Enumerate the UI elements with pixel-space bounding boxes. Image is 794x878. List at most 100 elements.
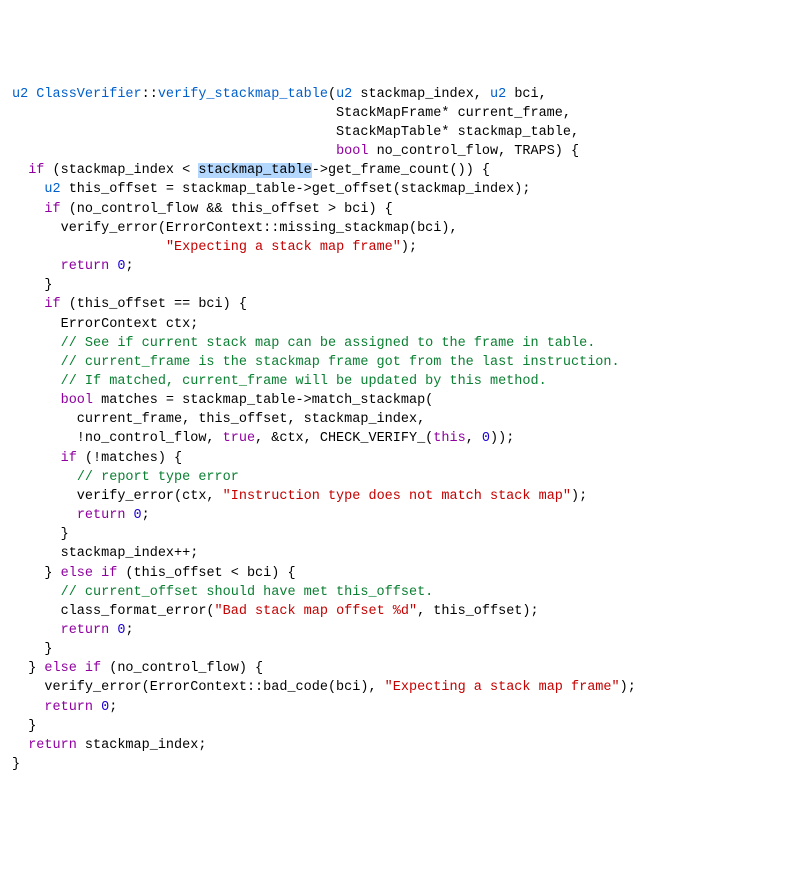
text: matches = stackmap_table->match_stackmap… xyxy=(93,393,433,408)
indent: } xyxy=(12,566,61,581)
text: ; xyxy=(125,259,133,274)
keyword-token: if xyxy=(85,661,101,676)
code-line: // If matched, current_frame will be upd… xyxy=(12,374,547,389)
indent xyxy=(12,393,61,408)
text: ); xyxy=(571,489,587,504)
code-line: if (!matches) { xyxy=(12,451,182,466)
code-line: // report type error xyxy=(12,470,239,485)
code-line: return 0; xyxy=(12,508,150,523)
number-token: 0 xyxy=(134,508,142,523)
text: , xyxy=(466,431,482,446)
indent xyxy=(12,355,61,370)
keyword-token: if xyxy=(101,566,117,581)
code-line: u2 this_offset = stackmap_table->get_off… xyxy=(12,182,531,197)
text: no_control_flow, TRAPS) { xyxy=(368,144,579,159)
indent xyxy=(12,182,44,197)
type-token: u2 xyxy=(490,87,506,102)
text: (no_control_flow) { xyxy=(101,661,263,676)
text: ); xyxy=(401,240,417,255)
keyword-token: else xyxy=(61,566,93,581)
keyword-token: return xyxy=(44,700,93,715)
keyword-token: bool xyxy=(336,144,368,159)
text xyxy=(125,508,133,523)
text xyxy=(77,661,85,676)
keyword-token: return xyxy=(61,623,110,638)
text: ); xyxy=(620,680,636,695)
code-line: stackmap_index++; xyxy=(12,546,198,561)
code-line: } xyxy=(12,757,20,772)
code-line: // current_frame is the stackmap frame g… xyxy=(12,355,620,370)
indent: class_format_error( xyxy=(12,604,215,619)
comment-token: // See if current stack map can be assig… xyxy=(61,336,596,351)
text: ; xyxy=(142,508,150,523)
text: (!matches) { xyxy=(77,451,182,466)
code-line: bool no_control_flow, TRAPS) { xyxy=(12,144,579,159)
number-token: 0 xyxy=(482,431,490,446)
code-line: } else if (no_control_flow) { xyxy=(12,661,263,676)
comment-token: // report type error xyxy=(77,470,239,485)
code-line: if (no_control_flow && this_offset > bci… xyxy=(12,202,393,217)
comment-token: // If matched, current_frame will be upd… xyxy=(61,374,547,389)
code-line: if (this_offset == bci) { xyxy=(12,297,247,312)
indent xyxy=(12,585,61,600)
code-line: return 0; xyxy=(12,623,134,638)
string-token: "Instruction type does not match stack m… xyxy=(223,489,571,504)
code-line: StackMapTable* stackmap_table, xyxy=(12,125,579,140)
code-line: return stackmap_index; xyxy=(12,738,206,753)
keyword-token: if xyxy=(61,451,77,466)
text: this_offset = stackmap_table->get_offset… xyxy=(61,182,531,197)
indent xyxy=(12,374,61,389)
code-line: bool matches = stackmap_table->match_sta… xyxy=(12,393,433,408)
code-line: verify_error(ErrorContext::bad_code(bci)… xyxy=(12,680,636,695)
code-line: class_format_error("Bad stack map offset… xyxy=(12,604,539,619)
indent xyxy=(12,738,28,753)
keyword-token: true xyxy=(223,431,255,446)
code-line: } xyxy=(12,527,69,542)
code-line: return 0; xyxy=(12,700,117,715)
code-line: return 0; xyxy=(12,259,134,274)
keyword-token: return xyxy=(28,738,77,753)
text xyxy=(93,700,101,715)
type-token: u2 xyxy=(336,87,352,102)
code-line: ErrorContext ctx; xyxy=(12,317,198,332)
indent xyxy=(12,202,44,217)
code-line: current_frame, this_offset, stackmap_ind… xyxy=(12,412,425,427)
code-line: } xyxy=(12,719,36,734)
class-token: ClassVerifier xyxy=(28,87,141,102)
text: ; xyxy=(125,623,133,638)
indent: !no_control_flow, xyxy=(12,431,223,446)
string-token: "Bad stack map offset %d" xyxy=(215,604,418,619)
indent: verify_error(ctx, xyxy=(12,489,223,504)
keyword-token: this xyxy=(433,431,465,446)
text: (this_offset < bci) { xyxy=(117,566,295,581)
code-line: if (stackmap_index < stackmap_table->get… xyxy=(12,163,490,178)
text: (no_control_flow && this_offset > bci) { xyxy=(61,202,393,217)
type-token: u2 xyxy=(12,87,28,102)
indent xyxy=(12,451,61,466)
indent xyxy=(12,623,61,638)
text xyxy=(93,566,101,581)
code-line: verify_error(ctx, "Instruction type does… xyxy=(12,489,587,504)
text: (stackmap_index < xyxy=(44,163,198,178)
text: stackmap_index; xyxy=(77,738,207,753)
indent xyxy=(12,144,336,159)
code-line: !no_control_flow, true, &ctx, CHECK_VERI… xyxy=(12,431,514,446)
text: , this_offset); xyxy=(417,604,539,619)
code-line: "Expecting a stack map frame"); xyxy=(12,240,417,255)
indent: } xyxy=(12,661,44,676)
func-token: verify_stackmap_table xyxy=(158,87,328,102)
paren: ( xyxy=(328,87,336,102)
indent xyxy=(12,700,44,715)
text: ->get_frame_count()) { xyxy=(312,163,490,178)
indent xyxy=(12,240,166,255)
code-block: u2 ClassVerifier::verify_stackmap_table(… xyxy=(12,85,782,775)
indent xyxy=(12,508,77,523)
code-line: u2 ClassVerifier::verify_stackmap_table(… xyxy=(12,87,547,102)
code-line: } else if (this_offset < bci) { xyxy=(12,566,296,581)
code-line: verify_error(ErrorContext::missing_stack… xyxy=(12,221,458,236)
comment-token: // current_offset should have met this_o… xyxy=(61,585,434,600)
keyword-token: if xyxy=(44,202,60,217)
string-token: "Expecting a stack map frame" xyxy=(166,240,401,255)
keyword-token: return xyxy=(61,259,110,274)
number-token: 0 xyxy=(101,700,109,715)
